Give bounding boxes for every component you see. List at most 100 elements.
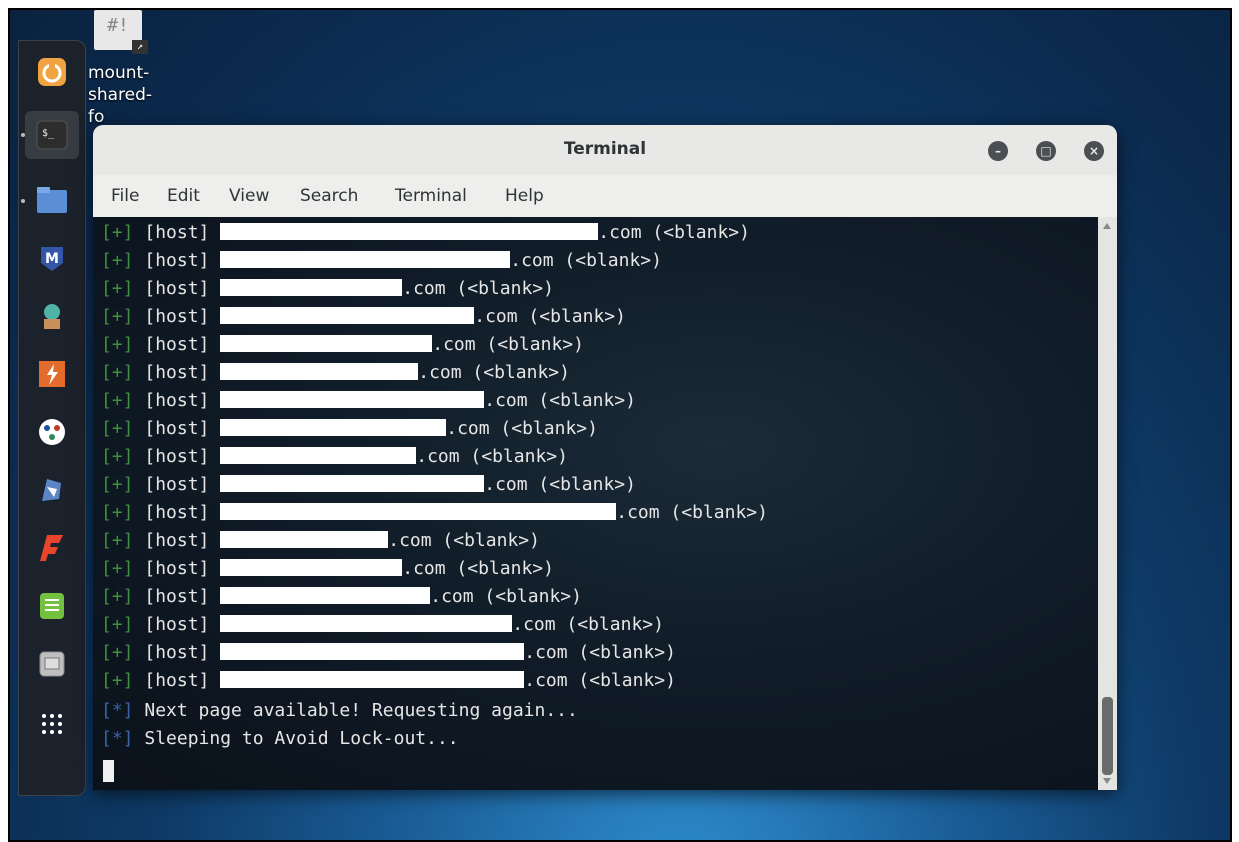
output-line: [+] [host] .com (<blank>) — [101, 527, 540, 555]
svg-text:M: M — [45, 251, 59, 267]
scrollbar-thumb[interactable] — [1102, 697, 1113, 775]
script-icon-text: #! — [107, 15, 129, 36]
window-titlebar[interactable]: Terminal – □ × — [93, 125, 1117, 176]
menu-bar: File Edit View Search Terminal Help — [93, 175, 1117, 217]
host-label: [host] — [144, 474, 210, 495]
host-label: [host] — [144, 222, 210, 243]
success-tag: [+] — [101, 334, 134, 355]
menu-view[interactable]: View — [229, 186, 269, 206]
host-label: [host] — [144, 306, 210, 327]
redacted-hostname — [220, 671, 525, 688]
output-line: [+] [host] .com (<blank>) — [101, 471, 636, 499]
files-icon[interactable] — [33, 181, 71, 219]
scrollbar[interactable] — [1098, 217, 1117, 790]
output-line: [+] [host] .com (<blank>) — [101, 443, 568, 471]
scroll-down-arrow-icon[interactable] — [1103, 778, 1111, 784]
host-label: [host] — [144, 586, 210, 607]
maltego-icon[interactable] — [33, 413, 71, 451]
host-label: [host] — [144, 502, 210, 523]
armitage-icon[interactable] — [33, 297, 71, 335]
host-suffix: .com (<blank>) — [616, 502, 768, 523]
shortcut-label: mount- shared- fo — [88, 63, 153, 127]
host-suffix: .com (<blank>) — [430, 586, 582, 607]
screenshot-icon[interactable] — [33, 645, 71, 683]
host-suffix: .com (<blank>) — [388, 530, 540, 551]
success-tag: [+] — [101, 306, 134, 327]
leafpad-icon[interactable] — [33, 587, 71, 625]
success-tag: [+] — [101, 642, 134, 663]
metasploit-icon[interactable]: M — [33, 239, 71, 277]
redacted-hostname — [220, 223, 599, 240]
output-line: [+] [host] .com (<blank>) — [101, 415, 598, 443]
desktop: #! ↗ mount- shared- fo $_ M Terminal – □… — [8, 8, 1232, 842]
host-label: [host] — [144, 250, 210, 271]
host-label: [host] — [144, 614, 210, 635]
redacted-hostname — [220, 559, 403, 576]
redacted-hostname — [220, 587, 431, 604]
status-text: Sleeping to Avoid Lock-out... — [144, 728, 459, 749]
host-suffix: .com (<blank>) — [418, 362, 570, 383]
terminal-icon[interactable]: $_ — [25, 111, 79, 159]
dock: $_ M — [18, 40, 86, 796]
success-tag: [+] — [101, 390, 134, 411]
host-label: [host] — [144, 278, 210, 299]
redacted-hostname — [220, 615, 513, 632]
output-line: [+] [host] .com (<blank>) — [101, 219, 750, 247]
menu-search[interactable]: Search — [300, 186, 358, 206]
output-line: [+] [host] .com (<blank>) — [101, 583, 582, 611]
window-title: Terminal — [563, 139, 647, 159]
menu-edit[interactable]: Edit — [167, 186, 200, 206]
output-line: [*] Sleeping to Avoid Lock-out... — [101, 725, 459, 753]
redacted-hostname — [220, 447, 417, 464]
beef-icon[interactable] — [33, 471, 71, 509]
redacted-hostname — [220, 251, 511, 268]
menu-help[interactable]: Help — [505, 186, 544, 206]
success-tag: [+] — [101, 278, 134, 299]
close-button[interactable]: × — [1084, 141, 1104, 161]
success-tag: [+] — [101, 474, 134, 495]
scroll-up-arrow-icon[interactable] — [1103, 223, 1111, 229]
success-tag: [+] — [101, 614, 134, 635]
host-suffix: .com (<blank>) — [402, 278, 554, 299]
menu-terminal[interactable]: Terminal — [395, 186, 467, 206]
host-suffix: .com (<blank>) — [432, 334, 584, 355]
host-suffix: .com (<blank>) — [474, 306, 626, 327]
success-tag: [+] — [101, 446, 134, 467]
output-line: [+] [host] .com (<blank>) — [101, 359, 570, 387]
host-label: [host] — [144, 390, 210, 411]
success-tag: [+] — [101, 250, 134, 271]
minimize-button[interactable]: – — [988, 141, 1008, 161]
firefox-icon[interactable] — [33, 53, 71, 91]
menu-file[interactable]: File — [111, 186, 139, 206]
terminal-window[interactable]: Terminal – □ × File Edit View Search Ter… — [93, 125, 1117, 790]
redacted-hostname — [220, 419, 447, 436]
host-suffix: .com (<blank>) — [484, 474, 636, 495]
output-line: [+] [host] .com (<blank>) — [101, 275, 554, 303]
terminal-output[interactable]: [+] [host] .com (<blank>) [+] [host] .co… — [93, 217, 1098, 790]
host-suffix: .com (<blank>) — [524, 670, 676, 691]
redacted-hostname — [220, 391, 485, 408]
success-tag: [+] — [101, 362, 134, 383]
output-line: [+] [host] .com (<blank>) — [101, 387, 636, 415]
host-suffix: .com (<blank>) — [512, 614, 664, 635]
burpsuite-icon[interactable] — [33, 355, 71, 393]
text-cursor — [103, 760, 114, 782]
output-line: [+] [host] .com (<blank>) — [101, 247, 662, 275]
status-text: Next page available! Requesting again... — [144, 700, 578, 721]
info-tag: [*] — [101, 700, 134, 721]
show-apps-icon[interactable] — [33, 705, 71, 743]
redacted-hostname — [220, 335, 433, 352]
redacted-hostname — [220, 363, 419, 380]
redacted-hostname — [220, 279, 403, 296]
host-suffix: .com (<blank>) — [598, 222, 750, 243]
host-label: [host] — [144, 418, 210, 439]
success-tag: [+] — [101, 586, 134, 607]
output-line: [+] [host] .com (<blank>) — [101, 555, 554, 583]
output-line: [*] Next page available! Requesting agai… — [101, 697, 578, 725]
maximize-button[interactable]: □ — [1036, 141, 1056, 161]
host-label: [host] — [144, 334, 210, 355]
faraday-icon[interactable] — [33, 529, 71, 567]
host-label: [host] — [144, 446, 210, 467]
output-line: [+] [host] .com (<blank>) — [101, 667, 676, 695]
success-tag: [+] — [101, 222, 134, 243]
